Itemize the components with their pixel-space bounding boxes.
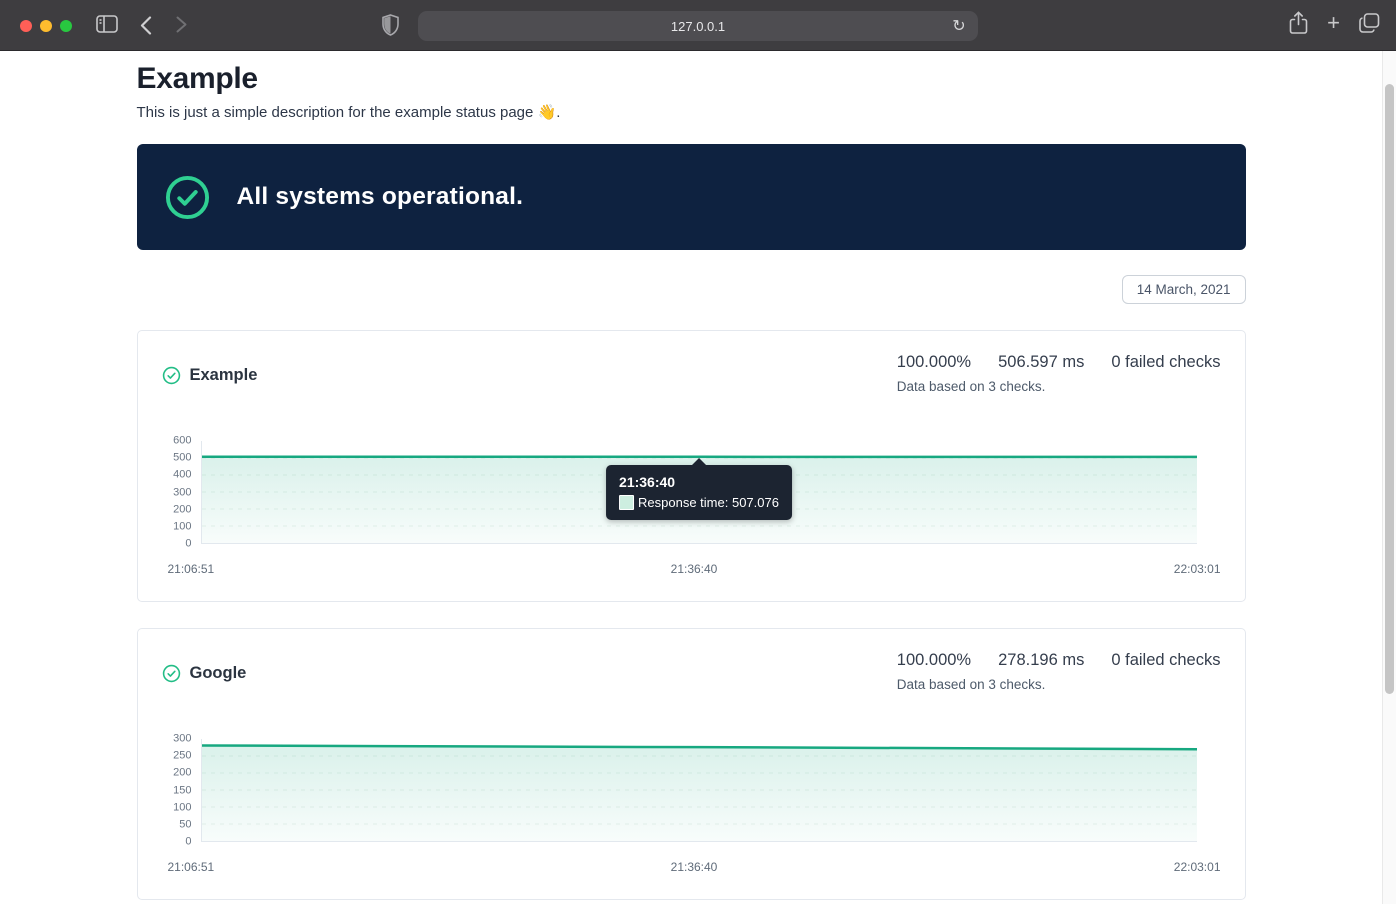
monitor-card-example: Example 100.000% 506.597 ms 0 failed che… [137, 330, 1246, 602]
y-tick-label: 200 [173, 768, 191, 779]
monitor-name: Google [190, 664, 247, 683]
share-icon[interactable] [1289, 11, 1308, 35]
chart-y-axis: 050100150200250300 [162, 739, 192, 842]
uptime-value: 100.000% [897, 651, 971, 670]
series-swatch-icon [619, 495, 634, 510]
chart-plot-area[interactable]: 21:36:40 Response time: 507.076 [201, 441, 1197, 544]
chart-x-axis: 21:06:51 21:36:40 22:03:01 [162, 562, 1221, 576]
response-time-chart: 050100150200250300 [162, 739, 1197, 842]
y-tick-label: 0 [185, 837, 191, 848]
status-banner: All systems operational. [137, 144, 1246, 250]
scrollbar-thumb[interactable] [1385, 84, 1394, 694]
status-banner-message: All systems operational. [237, 183, 524, 211]
monitor-card-google: Google 100.000% 278.196 ms 0 failed chec… [137, 628, 1246, 900]
scrollbar-track [1382, 51, 1396, 904]
y-tick-label: 150 [173, 785, 191, 796]
date-selector-button[interactable]: 14 March, 2021 [1122, 275, 1246, 304]
url-text: 127.0.0.1 [671, 19, 725, 34]
x-tick-label: 22:03:01 [1174, 860, 1221, 874]
y-tick-label: 50 [179, 819, 191, 830]
back-icon[interactable] [140, 16, 152, 35]
x-tick-label: 21:36:40 [671, 562, 718, 576]
browser-window: 127.0.0.1 ↻ + Example [0, 0, 1396, 905]
y-tick-label: 500 [173, 453, 191, 464]
zoom-window-button[interactable] [60, 20, 72, 32]
x-tick-label: 21:36:40 [671, 860, 718, 874]
y-tick-label: 300 [173, 734, 191, 745]
toolbar-right-actions: + [1289, 11, 1380, 35]
monitor-name: Example [190, 366, 258, 385]
chart-y-axis: 0100200300400500600 [162, 441, 192, 544]
x-tick-label: 21:06:51 [168, 860, 215, 874]
monitor-stats: 100.000% 506.597 ms 0 failed checks Data… [897, 353, 1221, 394]
chart-plot-area[interactable] [201, 739, 1197, 842]
check-circle-icon [164, 174, 211, 221]
sidebar-toggle-icon[interactable] [96, 15, 118, 33]
y-tick-label: 600 [173, 436, 191, 447]
uptime-value: 100.000% [897, 353, 971, 372]
y-tick-label: 0 [185, 539, 191, 550]
forward-icon[interactable] [176, 16, 187, 33]
page-viewport: Example This is just a simple descriptio… [0, 51, 1396, 904]
tooltip-value: Response time: 507.076 [638, 495, 779, 510]
y-tick-label: 400 [173, 470, 191, 481]
monitor-stats: 100.000% 278.196 ms 0 failed checks Data… [897, 651, 1221, 692]
response-time-value: 278.196 ms [998, 651, 1084, 670]
close-window-button[interactable] [20, 20, 32, 32]
y-tick-label: 250 [173, 751, 191, 762]
browser-toolbar: 127.0.0.1 ↻ + [0, 0, 1396, 51]
failed-checks-value: 0 failed checks [1111, 651, 1220, 670]
tooltip-time: 21:36:40 [619, 474, 779, 490]
stats-caption: Data based on 3 checks. [897, 379, 1046, 394]
stats-caption: Data based on 3 checks. [897, 677, 1046, 692]
minimize-window-button[interactable] [40, 20, 52, 32]
privacy-shield-icon[interactable] [382, 14, 399, 41]
reload-icon[interactable]: ↻ [948, 15, 970, 37]
response-time-value: 506.597 ms [998, 353, 1084, 372]
chart-x-axis: 21:06:51 21:36:40 22:03:01 [162, 860, 1221, 874]
y-tick-label: 300 [173, 487, 191, 498]
tab-overview-icon[interactable] [1359, 13, 1380, 33]
response-time-chart: 0100200300400500600 21:36:40 Response ti… [162, 441, 1197, 544]
failed-checks-value: 0 failed checks [1111, 353, 1220, 372]
new-tab-icon[interactable]: + [1327, 12, 1340, 34]
x-tick-label: 22:03:01 [1174, 562, 1221, 576]
y-tick-label: 100 [173, 802, 191, 813]
y-tick-label: 200 [173, 504, 191, 515]
window-controls [20, 20, 72, 32]
check-circle-icon [162, 664, 181, 683]
page-description: This is just a simple description for th… [137, 103, 1246, 121]
page-title: Example [137, 61, 1246, 97]
y-tick-label: 100 [173, 521, 191, 532]
check-circle-icon [162, 366, 181, 385]
address-bar[interactable]: 127.0.0.1 ↻ [418, 11, 978, 41]
x-tick-label: 21:06:51 [168, 562, 215, 576]
chart-tooltip: 21:36:40 Response time: 507.076 [606, 465, 792, 520]
